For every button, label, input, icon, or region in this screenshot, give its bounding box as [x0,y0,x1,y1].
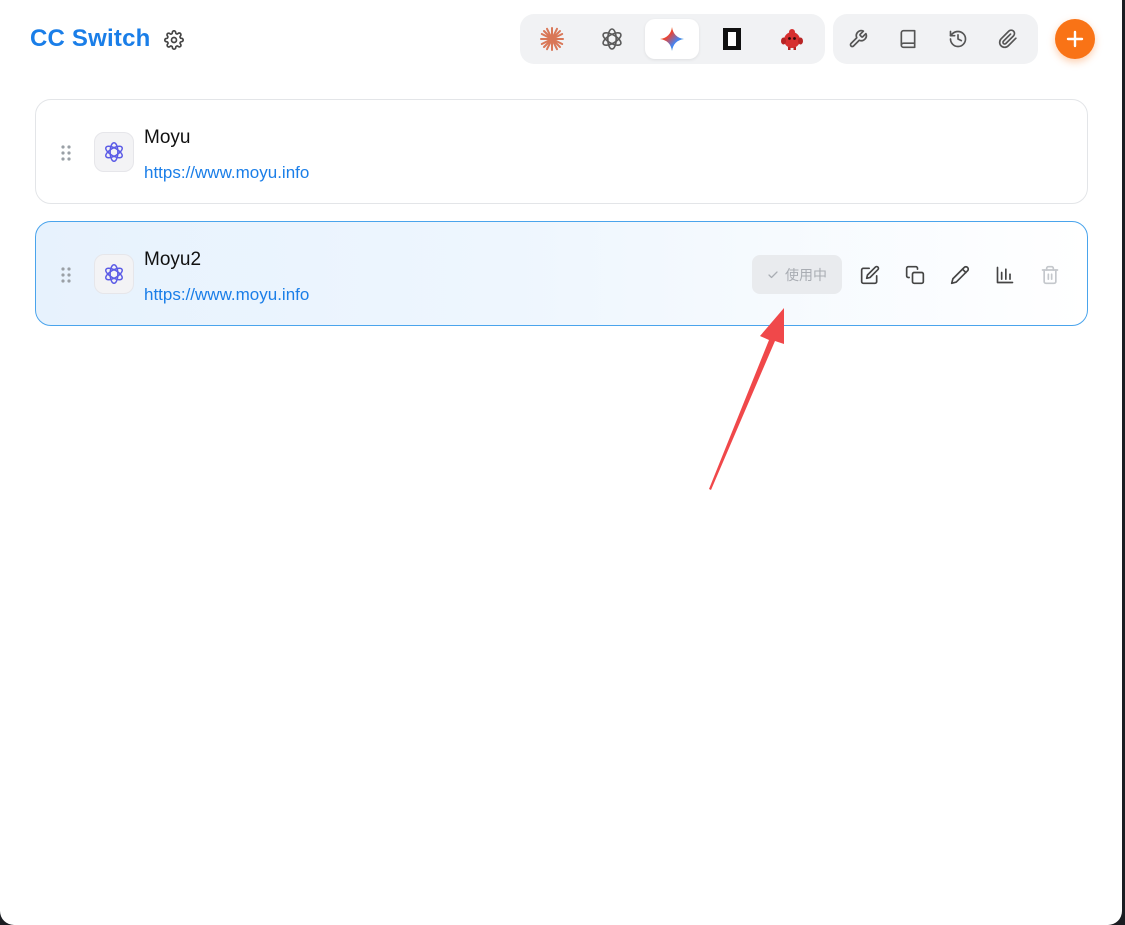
usage-stats-button[interactable] [992,262,1018,288]
provider-url-link[interactable]: https://www.moyu.info [144,285,309,305]
in-use-label: 使用中 [785,267,827,284]
wrench-button[interactable] [843,24,873,54]
app-tab-codex[interactable] [585,19,639,59]
book-button[interactable] [893,24,923,54]
app-tab-gemini[interactable] [645,19,699,59]
app-tab-terminal[interactable] [705,19,759,59]
provider-name: Moyu [144,127,191,148]
paperclip-icon [998,29,1017,49]
provider-card[interactable]: Moyu https://www.moyu.info [35,99,1088,204]
openai-icon [105,142,123,162]
plus-icon [1066,30,1084,48]
in-use-button[interactable]: 使用中 [752,255,842,294]
drag-handle-icon[interactable] [60,144,72,162]
drag-handle-icon[interactable] [60,266,72,284]
settings-button[interactable] [162,28,186,52]
app-title: CC Switch [30,25,151,52]
provider-name: Moyu2 [144,249,202,270]
test-button[interactable] [947,262,973,288]
gemini-star-icon [660,27,684,51]
tool-bar [833,14,1038,64]
edit-button[interactable] [857,262,883,288]
openai-icon [602,28,622,50]
app-tab-claude[interactable] [525,19,579,59]
provider-url-link[interactable]: https://www.moyu.info [144,163,309,183]
copy-icon [905,265,925,285]
plugin-button[interactable] [993,24,1023,54]
annotation-arrow-icon [709,308,784,490]
add-provider-button[interactable] [1055,19,1095,59]
app-switcher [520,14,825,64]
provider-avatar [94,254,134,294]
copy-button[interactable] [902,262,928,288]
provider-avatar [94,132,134,172]
history-icon [949,30,967,48]
wrench-icon [849,29,868,48]
trash-icon [1041,265,1059,285]
check-icon [768,270,778,278]
gear-icon [164,30,184,50]
delete-button[interactable] [1037,262,1063,288]
provider-card-active[interactable]: Moyu2 https://www.moyu.info 使用中 [35,221,1088,326]
book-icon [900,29,916,49]
black-rectangle-icon [723,28,741,50]
pen-icon [950,265,970,285]
claude-asterisk-icon [540,27,564,51]
red-mascot-icon [781,29,803,50]
app-window: CC Switch Moyu https://www.moyu.info Moy… [0,0,1122,925]
bar-chart-icon [996,266,1014,284]
edit-icon [860,265,880,285]
history-button[interactable] [943,24,973,54]
openai-icon [105,264,123,284]
app-tab-mascot[interactable] [765,19,819,59]
